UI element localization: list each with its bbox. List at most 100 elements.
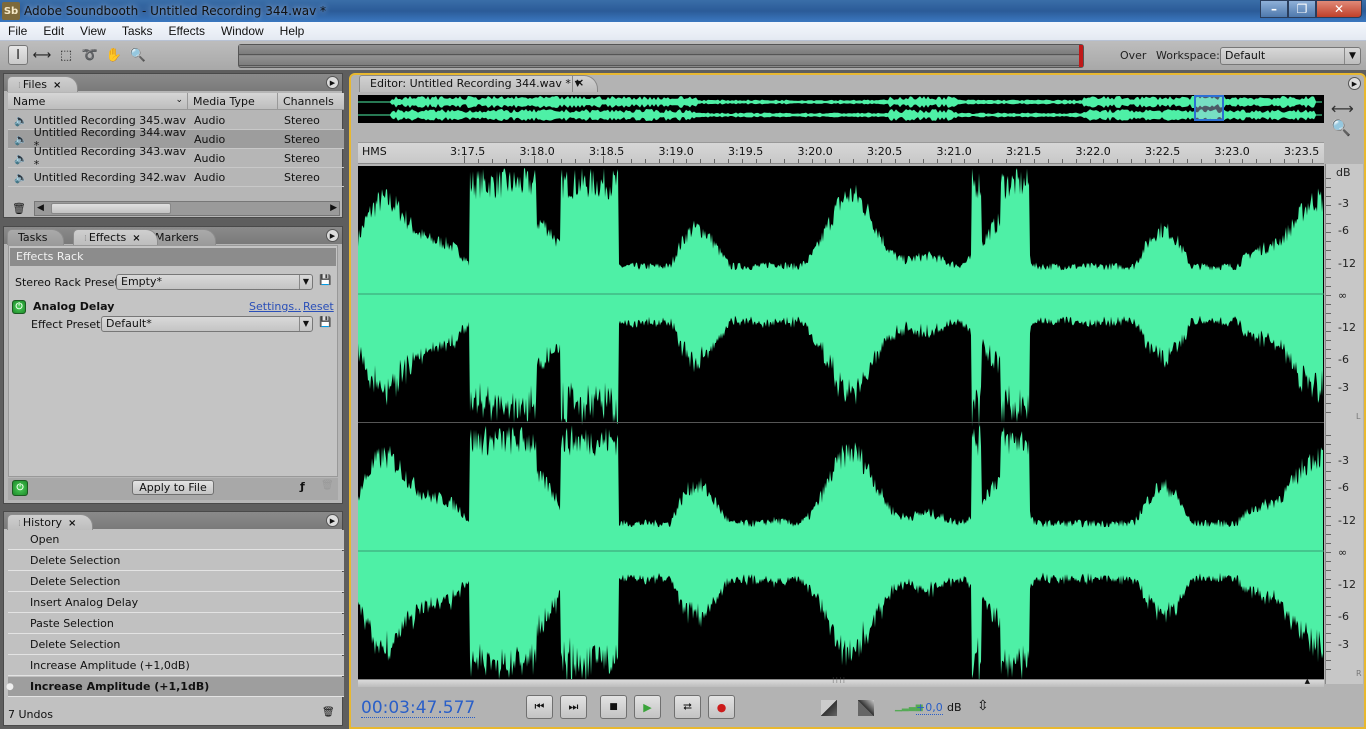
loop-button[interactable]: ⮂: [674, 695, 701, 719]
fade-out-icon[interactable]: [858, 700, 874, 716]
marquee-tool-icon[interactable]: ⬚: [56, 45, 76, 65]
sort-chevron-icon: ⌄: [175, 95, 183, 105]
rack-power-icon[interactable]: ⏻: [12, 480, 28, 496]
history-item[interactable]: Delete Selection: [8, 635, 344, 655]
apply-to-file-button[interactable]: Apply to File: [132, 480, 214, 495]
history-item[interactable]: Open: [8, 530, 344, 550]
column-media-type[interactable]: Media Type: [188, 93, 278, 109]
timecode-display[interactable]: 00:03:47.577: [361, 699, 476, 718]
overview-view-range[interactable]: [1194, 95, 1224, 121]
column-channels[interactable]: Channels: [278, 93, 339, 109]
db-tick: [1326, 295, 1331, 296]
time-selection-tool-icon[interactable]: I: [8, 45, 28, 65]
waveform-display[interactable]: [358, 166, 1324, 687]
ruler-tick: [811, 159, 813, 163]
waveform-overview[interactable]: [358, 95, 1324, 123]
scroll-left-icon: ◀: [37, 203, 44, 213]
history-item-current[interactable]: Increase Amplitude (+1,1dB): [8, 677, 344, 697]
fade-in-icon[interactable]: [821, 700, 837, 716]
reset-link[interactable]: Reset: [303, 300, 334, 313]
maximize-button[interactable]: ❐: [1288, 0, 1316, 18]
menu-view[interactable]: View: [72, 24, 114, 38]
ruler-tick: [700, 159, 702, 163]
waveform-hscrollbar[interactable]: ⁝⁝⁝⁝ ▲: [358, 676, 1324, 687]
history-item[interactable]: Delete Selection: [8, 551, 344, 571]
transport-bar: 00:03:47.577 ⏮ ⏭ ■ ▶ ⮂ ● ▁▂▃▅ +0,0 dB ⇳: [351, 689, 1364, 729]
effect-preset-select[interactable]: Default* ▼: [101, 316, 313, 332]
panel-menu-icon[interactable]: ▶: [326, 76, 339, 89]
fx-menu-icon[interactable]: ƒ: [300, 480, 305, 493]
menu-help[interactable]: Help: [272, 24, 313, 38]
save-preset-icon[interactable]: 💾: [319, 275, 331, 286]
history-item[interactable]: Delete Selection: [8, 572, 344, 592]
hand-tool-icon[interactable]: ✋: [104, 45, 124, 65]
normalize-icon[interactable]: ⇳: [977, 698, 989, 714]
zoom-tool-icon[interactable]: 🔍: [128, 45, 148, 65]
scroll-thumb[interactable]: [51, 203, 171, 214]
rack-preset-select[interactable]: Empty* ▼: [116, 274, 313, 290]
db-tick: [1326, 241, 1331, 242]
menu-tasks[interactable]: Tasks: [114, 24, 161, 38]
close-tab-icon[interactable]: ×: [68, 518, 76, 529]
ruler-tick: [825, 159, 827, 163]
record-button[interactable]: ●: [708, 695, 735, 719]
speaker-icon: 🔈: [14, 113, 28, 127]
gain-value[interactable]: +0,0: [916, 701, 943, 715]
workspace-select[interactable]: Default ▼: [1220, 47, 1361, 65]
tab-tasks[interactable]: Tasks: [7, 229, 65, 245]
ruler-tick: [464, 156, 465, 163]
menu-window[interactable]: Window: [213, 24, 272, 38]
play-button[interactable]: ▶: [634, 695, 661, 719]
frequency-selection-tool-icon[interactable]: ⟷: [32, 45, 52, 65]
ruler-tick: [686, 159, 688, 163]
ruler-tick: [1284, 159, 1286, 163]
menu-file[interactable]: File: [0, 24, 35, 38]
files-hscrollbar[interactable]: ◀ ▶: [34, 201, 340, 216]
column-name[interactable]: Name ⌄: [8, 93, 188, 109]
close-tab-icon[interactable]: ×: [53, 80, 61, 91]
panel-menu-icon[interactable]: ▶: [326, 229, 339, 242]
time-ruler[interactable]: HMS 3:17.5 3:18.0 3:18.5 3:19.0 3:19.5 3:20.0…: [358, 142, 1324, 164]
db-tick: [1326, 358, 1331, 359]
ruler-tick: [1256, 159, 1258, 163]
title-bar: Sb Adobe Soundbooth - Untitled Recording…: [0, 0, 1366, 22]
db-tick: [1326, 606, 1331, 607]
tab-history[interactable]: ⁞ History ×: [7, 514, 94, 530]
stop-icon: ■: [609, 702, 618, 712]
ruler-tick: [992, 159, 994, 163]
panel-menu-icon[interactable]: ▶: [1348, 77, 1361, 90]
ruler-tick: [1145, 159, 1147, 163]
file-row[interactable]: 🔈 Untitled Recording 343.wav * Audio Stere…: [8, 145, 344, 171]
stop-button[interactable]: ■: [600, 695, 627, 719]
history-item[interactable]: Insert Analog Delay: [8, 593, 344, 613]
zoom-to-fit-icon[interactable]: ⟷🔍: [1331, 99, 1364, 137]
minimize-button[interactable]: –: [1260, 0, 1288, 18]
close-button[interactable]: ✕: [1316, 0, 1362, 18]
go-to-end-button[interactable]: ⏭: [560, 695, 587, 719]
file-row[interactable]: 🔈 Untitled Recording 342.wav Audio Stereo: [8, 168, 344, 187]
workspace-label: Workspace:: [1156, 49, 1220, 62]
tab-effects[interactable]: ⁞ Effects ×: [73, 229, 158, 245]
tab-files[interactable]: ⁞ Files ×: [7, 76, 79, 92]
effect-power-icon[interactable]: ⏻: [12, 300, 26, 314]
trash-icon[interactable]: 🗑: [322, 707, 335, 718]
go-to-start-button[interactable]: ⏮: [526, 695, 553, 719]
menu-edit[interactable]: Edit: [35, 24, 72, 38]
ruler-tick: [561, 159, 563, 163]
panel-menu-icon[interactable]: ▶: [326, 514, 339, 527]
db-label: -6: [1338, 481, 1349, 494]
toolbar: I ⟷ ⬚ ➰ ✋ 🔍 Over Workspace: Default ▼: [0, 41, 1366, 70]
save-preset-icon[interactable]: 💾: [319, 317, 331, 328]
editor-tab[interactable]: Editor: Untitled Recording 344.wav * ▼: [359, 75, 598, 92]
history-item[interactable]: Paste Selection: [8, 614, 344, 634]
close-tab-icon[interactable]: ×: [575, 76, 584, 89]
history-item[interactable]: Increase Amplitude (+1,0dB): [8, 656, 344, 676]
ruler-tick: [1298, 159, 1299, 163]
close-tab-icon[interactable]: ×: [132, 233, 140, 244]
settings-link[interactable]: Settings..: [249, 300, 301, 313]
menu-effects[interactable]: Effects: [161, 24, 213, 38]
ruler-tick: [603, 156, 604, 163]
waveform-right-channel: [358, 425, 1323, 687]
trash-icon[interactable]: 🗑: [12, 202, 26, 215]
lasso-tool-icon[interactable]: ➰: [80, 45, 100, 65]
